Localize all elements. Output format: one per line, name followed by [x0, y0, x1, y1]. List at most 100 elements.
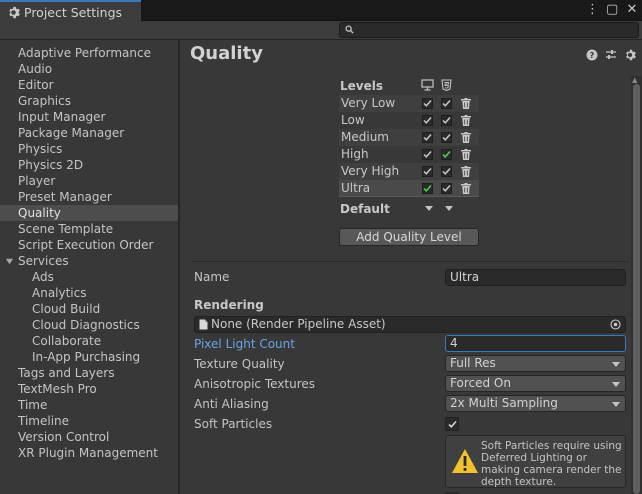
settings-gear-icon[interactable]	[624, 49, 636, 61]
anti-aliasing-dropdown[interactable]: 2x Multi Sampling	[445, 395, 626, 412]
sidebar-item-ads[interactable]: Ads	[0, 269, 178, 285]
delete-level-icon[interactable]	[461, 98, 471, 109]
delete-level-icon[interactable]	[461, 115, 471, 126]
standalone-level-checkbox[interactable]	[422, 166, 433, 177]
standalone-level-checkbox[interactable]	[422, 132, 433, 143]
divider	[191, 261, 628, 262]
sidebar-item-physics-2d[interactable]: Physics 2D	[0, 157, 178, 173]
sidebar-item-analytics[interactable]: Analytics	[0, 285, 178, 301]
sidebar-item-cloud-diagnostics[interactable]: Cloud Diagnostics	[0, 317, 178, 333]
webgl-level-checkbox[interactable]	[441, 183, 452, 194]
soft-particles-checkbox[interactable]	[445, 417, 459, 431]
delete-level-icon[interactable]	[461, 132, 471, 143]
level-name: High	[341, 147, 369, 161]
settings-sidebar: Adaptive Performance Audio Editor Graphi…	[0, 40, 179, 494]
texture-quality-dropdown[interactable]: Full Res	[445, 355, 626, 372]
anisotropic-textures-label: Anisotropic Textures	[194, 377, 316, 391]
sidebar-item-audio[interactable]: Audio	[0, 61, 178, 77]
tab-title: Project Settings	[24, 4, 123, 20]
vertical-scrollbar[interactable]: ▲	[631, 76, 642, 494]
project-settings-tab[interactable]: Project Settings	[0, 0, 141, 22]
sidebar-item-preset-manager[interactable]: Preset Manager	[0, 189, 178, 205]
close-icon[interactable]: ✕	[626, 2, 638, 18]
webgl-level-checkbox[interactable]	[441, 98, 452, 109]
quality-level-row[interactable]: High	[339, 146, 479, 163]
standalone-level-checkbox[interactable]	[422, 98, 433, 109]
anisotropic-textures-dropdown[interactable]: Forced On	[445, 375, 626, 392]
quality-level-row-selected[interactable]: Ultra	[339, 180, 479, 197]
sidebar-item-player[interactable]: Player	[0, 173, 178, 189]
quality-level-row[interactable]: Low	[339, 112, 479, 129]
level-name: Medium	[341, 130, 389, 144]
scrollbar-thumb[interactable]	[633, 84, 640, 494]
standalone-monitor-icon	[421, 79, 434, 91]
sidebar-item-cloud-build[interactable]: Cloud Build	[0, 301, 178, 317]
sidebar-item-time[interactable]: Time	[0, 397, 178, 413]
sidebar-item-version-control[interactable]: Version Control	[0, 429, 178, 445]
add-quality-level-button[interactable]: Add Quality Level	[339, 228, 479, 246]
warning-message: Soft Particles require using Deferred Li…	[481, 440, 622, 488]
sidebar-item-graphics[interactable]: Graphics	[0, 93, 178, 109]
scroll-up-icon[interactable]: ▲	[632, 76, 637, 84]
chevron-down-icon	[612, 362, 620, 367]
sidebar-item-tags-and-layers[interactable]: Tags and Layers	[0, 365, 178, 381]
checkmark-icon	[448, 420, 457, 428]
pixel-light-count-label: Pixel Light Count	[194, 337, 295, 351]
render-pipeline-asset-field[interactable]: None (Render Pipeline Asset)	[194, 316, 626, 333]
sidebar-item-package-manager[interactable]: Package Manager	[0, 125, 178, 141]
kebab-menu-icon[interactable]: ⋮	[586, 2, 599, 18]
name-label: Name	[194, 270, 230, 284]
chevron-down-icon	[612, 382, 620, 387]
sidebar-item-script-execution-order[interactable]: Script Execution Order	[0, 237, 178, 253]
sidebar-item-physics[interactable]: Physics	[0, 141, 178, 157]
sidebar-item-adaptive-performance[interactable]: Adaptive Performance	[0, 45, 178, 61]
sidebar-item-timeline[interactable]: Timeline	[0, 413, 178, 429]
pixel-light-count-input[interactable]: 4	[445, 335, 626, 352]
fold-down-icon[interactable]	[5, 253, 14, 270]
webgl-level-checkbox[interactable]	[441, 132, 452, 143]
sidebar-item-in-app-purchasing[interactable]: In-App Purchasing	[0, 349, 178, 365]
quality-level-row[interactable]: Medium	[339, 129, 479, 146]
page-title: Quality	[190, 43, 263, 64]
dropdown-value: 2x Multi Sampling	[450, 396, 558, 410]
search-input[interactable]	[339, 22, 639, 38]
anti-aliasing-label: Anti Aliasing	[194, 397, 269, 411]
dropdown-value: Forced On	[450, 376, 511, 390]
dropdown-value: Full Res	[450, 356, 496, 370]
name-input[interactable]: Ultra	[445, 269, 626, 286]
webgl-level-checkbox-default[interactable]	[441, 149, 452, 160]
level-name: Very High	[341, 164, 400, 178]
sidebar-item-xr-plugin-management[interactable]: XR Plugin Management	[0, 445, 178, 461]
sidebar-item-quality[interactable]: Quality	[0, 205, 178, 221]
sidebar-item-editor[interactable]: Editor	[0, 77, 178, 93]
toolbar	[0, 21, 642, 40]
default-standalone-dropdown-icon[interactable]	[425, 206, 433, 211]
delete-level-icon[interactable]	[461, 149, 471, 160]
warning-icon	[452, 449, 478, 473]
sidebar-item-textmesh-pro[interactable]: TextMesh Pro	[0, 381, 178, 397]
standalone-level-checkbox-default[interactable]	[422, 183, 433, 194]
svg-text:?: ?	[590, 51, 595, 60]
quality-level-row[interactable]: Very Low	[339, 95, 479, 112]
sidebar-item-input-manager[interactable]: Input Manager	[0, 109, 178, 125]
standalone-level-checkbox[interactable]	[422, 149, 433, 160]
sidebar-item-collaborate[interactable]: Collaborate	[0, 333, 178, 349]
help-icon[interactable]: ?	[586, 49, 598, 61]
quality-level-row[interactable]: Very High	[339, 163, 479, 180]
level-name: Low	[341, 113, 365, 127]
sidebar-item-scene-template[interactable]: Scene Template	[0, 221, 178, 237]
sidebar-item-services[interactable]: Services	[0, 253, 178, 269]
object-picker-icon[interactable]	[610, 319, 621, 330]
standalone-level-checkbox[interactable]	[422, 115, 433, 126]
default-webgl-dropdown-icon[interactable]	[445, 206, 453, 211]
presets-sliders-icon[interactable]	[605, 49, 617, 61]
delete-level-icon[interactable]	[461, 166, 471, 177]
maximize-icon[interactable]: ▢	[606, 2, 618, 18]
delete-level-icon[interactable]	[461, 183, 471, 194]
webgl-level-checkbox[interactable]	[441, 166, 452, 177]
soft-particles-warning-box: Soft Particles require using Deferred Li…	[445, 435, 626, 488]
soft-particles-label: Soft Particles	[194, 417, 273, 431]
webgl-level-checkbox[interactable]	[441, 115, 452, 126]
texture-quality-label: Texture Quality	[194, 357, 285, 371]
search-icon	[345, 25, 354, 34]
